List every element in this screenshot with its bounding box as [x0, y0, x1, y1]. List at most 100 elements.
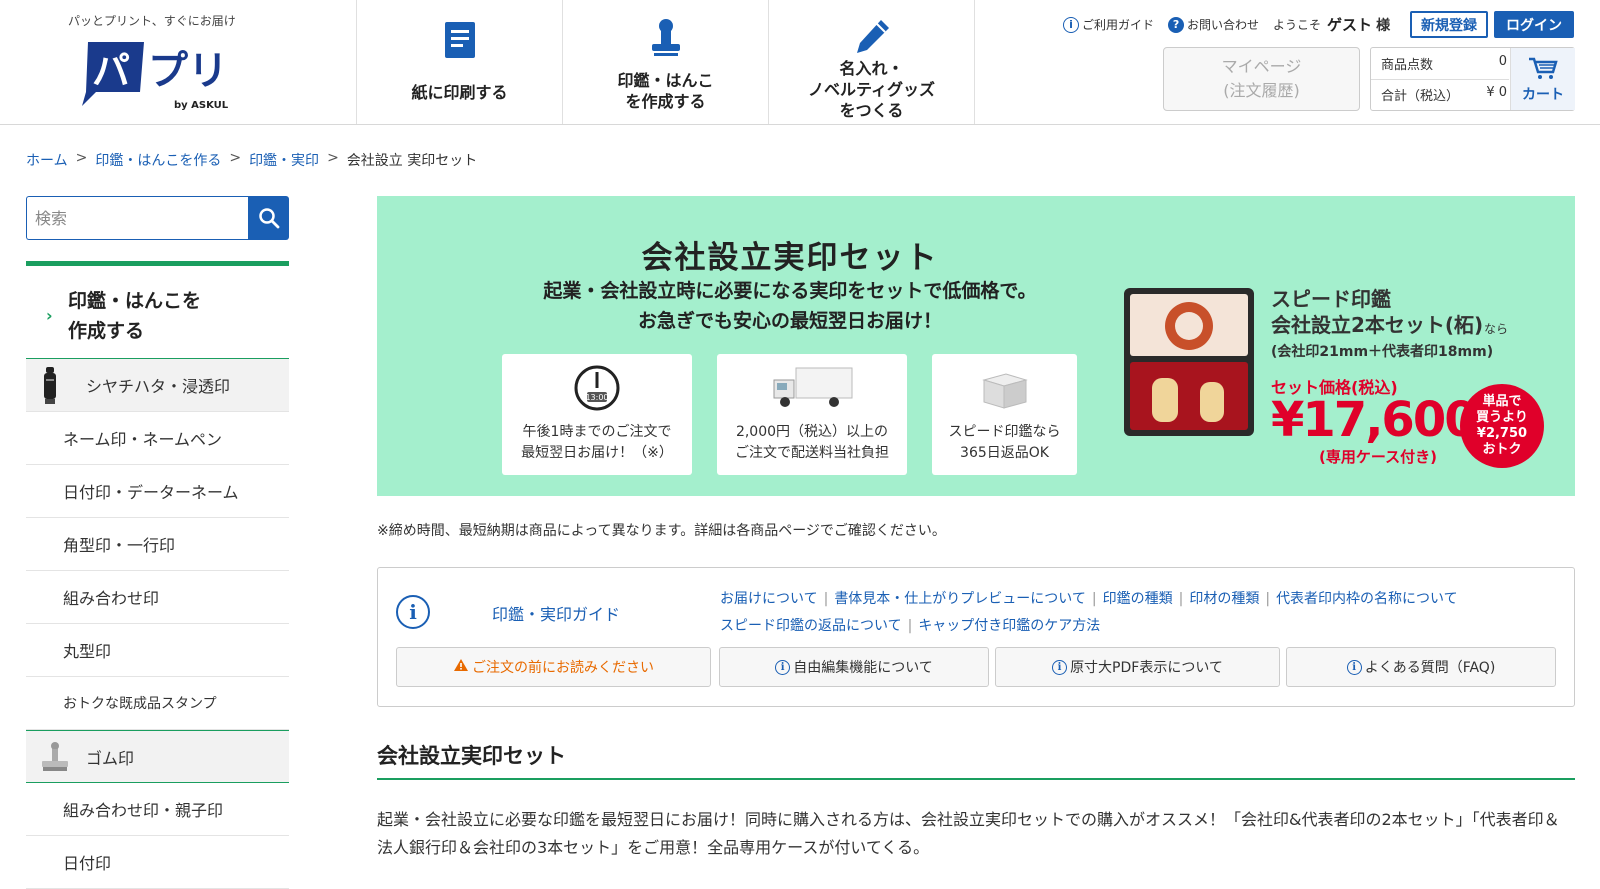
sidebar-item-label: 日付印 — [63, 854, 112, 873]
sidebar-item-combo-stamp[interactable]: 組み合わせ印 — [26, 571, 289, 624]
breadcrumb-sep: > — [229, 150, 242, 166]
product-image[interactable] — [1122, 286, 1256, 440]
warning-icon — [453, 658, 469, 676]
discount-badge: 単品で 買うより ¥2,750 おトク — [1460, 384, 1544, 468]
nav-novelty[interactable]: 名入れ・ ノベルティグッズ をつくる — [769, 0, 975, 124]
chevron-right-icon: › — [46, 306, 53, 325]
sidebar-item-label: ネーム印・ネームペン — [63, 430, 223, 449]
feature-card: 2,000円（税込）以上の ご注文で配送料当社負担 — [717, 354, 907, 475]
pdf-preview-button[interactable]: i 原寸大PDF表示について — [995, 647, 1280, 687]
cart-count-value: 0 — [1498, 54, 1507, 69]
mypage-label: マイページ — [1221, 57, 1302, 76]
faq-button[interactable]: i よくある質問（FAQ) — [1286, 647, 1556, 687]
guide-links-row: スピード印鑑の返品について | キャップ付き印鑑のケア方法 — [720, 618, 1101, 634]
truck-icon — [772, 366, 854, 414]
cart-total-value: ¥ 0 — [1486, 85, 1507, 100]
section-divider — [377, 778, 1575, 780]
svg-text:プリ: プリ — [148, 48, 228, 94]
guide-title: 印鑑・実印ガイド — [492, 605, 621, 624]
cart-label: カート — [1522, 87, 1564, 103]
sidebar-item-round-stamp[interactable]: 丸型印 — [26, 624, 289, 677]
papuri-logo[interactable]: パ プリ by ASKUL — [82, 40, 242, 112]
section-title: 会社設立実印セット — [377, 744, 566, 768]
banner-title: 会社設立実印セット — [641, 240, 939, 276]
guide-link-cap-care[interactable]: キャップ付き印鑑のケア方法 — [918, 618, 1100, 634]
svg-text:パ: パ — [92, 49, 130, 93]
info-icon: i — [775, 659, 791, 675]
search-box — [26, 196, 289, 240]
util-links: i ご利用ガイド ? お問い合わせ ようこそ ゲスト 様 — [1063, 14, 1390, 35]
sidebar-item-label: シヤチハタ・浸透印 — [86, 377, 231, 396]
sidebar-item-date[interactable]: 日付印 — [26, 836, 289, 889]
section-description: 起業・会社設立に必要な印鑑を最短翌日にお届け！同時に購入される方は、会社設立実印… — [377, 810, 1560, 857]
sidebar-item-date-stamp[interactable]: 日付印・データーネーム — [26, 465, 289, 518]
question-icon: ? — [1168, 16, 1185, 33]
logo-area[interactable]: パッとプリント、すぐにお届け パ プリ by ASKUL — [0, 0, 357, 124]
case-note: (専用ケース付き) — [1319, 448, 1437, 466]
sidebar-category-header[interactable]: › 印鑑・はんこを 作成する — [26, 261, 289, 359]
search-input[interactable] — [26, 196, 248, 240]
sidebar-item-shachihata[interactable]: シヤチハタ・浸透印 — [26, 359, 289, 412]
sidebar-item-label: おトクな既成品スタンプ — [63, 696, 217, 712]
shachihata-icon — [40, 367, 60, 409]
rubber-stamp-icon — [40, 741, 70, 777]
sidebar-item-rubber[interactable]: ゴム印 — [26, 730, 289, 783]
sidebar-item-label: 丸型印 — [63, 642, 112, 661]
mypage-button[interactable]: マイページ (注文履歴) — [1163, 47, 1360, 111]
sidebar-item-name-stamp[interactable]: ネーム印・ネームペン — [26, 412, 289, 465]
cart-divider — [1371, 79, 1509, 80]
guide-link-stamp-types[interactable]: 印鑑の種類 — [1103, 591, 1173, 607]
guide-link-materials[interactable]: 印材の種類 — [1189, 591, 1259, 607]
cart-summary: 商品点数 0 合計（税込） ¥ 0 カート — [1370, 47, 1575, 111]
nav-stamp[interactable]: 印鑑・はんこ を作成する — [563, 0, 769, 124]
breadcrumb-home[interactable]: ホーム — [26, 150, 68, 170]
welcome-prefix: ようこそ — [1273, 18, 1322, 32]
guide-links: お届けについて | 書体見本・仕上がりプレビューについて | 印鑑の種類 | 印材の種類 | 代… — [720, 586, 1560, 640]
svg-text:13:00: 13:00 — [585, 393, 608, 402]
feature-card: スピード印鑑なら 365日返品OK — [932, 354, 1077, 475]
guide-link-font-preview[interactable]: 書体見本・仕上がりプレビューについて — [834, 591, 1086, 607]
breadcrumb-stamp[interactable]: 印鑑・はんこを作る — [95, 150, 221, 170]
mypage-sub: (注文履歴) — [1223, 81, 1300, 100]
stamp-icon — [649, 18, 683, 62]
nav-label: 印鑑・はんこ を作成する — [617, 71, 714, 111]
sidebar-item-label: 組み合わせ印 — [63, 589, 160, 608]
product-nara: なら — [1484, 322, 1509, 336]
feature-text: スピード印鑑なら 365日返品OK — [948, 424, 1061, 461]
nav-print-paper[interactable]: 紙に印刷する — [357, 0, 563, 124]
delivery-note: ※締め時間、最短納期は商品によって異なります。詳細は各商品ページでご確認ください… — [377, 523, 946, 539]
product-price: ¥17,600 — [1271, 392, 1478, 448]
breadcrumb: ホーム > 印鑑・はんこを作る > 印鑑・実印 > 会社設立 実印セット — [26, 150, 477, 170]
read-before-order-button[interactable]: ご注文の前にお読みください — [396, 647, 711, 687]
contact-link[interactable]: ? お問い合わせ — [1168, 16, 1259, 33]
breadcrumb-current: 会社設立 実印セット — [346, 153, 478, 169]
document-icon — [443, 20, 477, 64]
sidebar-item-square-stamp[interactable]: 角型印・一行印 — [26, 518, 289, 571]
search-button[interactable] — [248, 196, 289, 240]
breadcrumb-sep: > — [75, 150, 88, 166]
guide-link-returns[interactable]: スピード印鑑の返品について — [720, 618, 902, 634]
guide-link-delivery[interactable]: お届けについて — [720, 591, 818, 607]
feature-text: 2,000円（税込）以上の ご注文で配送料当社負担 — [735, 424, 889, 461]
register-button[interactable]: 新規登録 — [1410, 11, 1488, 38]
nav-label: 名入れ・ ノベルティグッズ をつくる — [807, 59, 936, 120]
breadcrumb-jitsuin[interactable]: 印鑑・実印 — [249, 150, 319, 170]
promo-banner[interactable]: 会社設立実印セット 起業・会社設立時に必要になる実印をセットで低価格で。 お急ぎ… — [377, 196, 1575, 496]
info-icon: i — [1063, 16, 1079, 33]
category-title: 印鑑・はんこを 作成する — [68, 290, 202, 342]
box-icon — [980, 370, 1030, 414]
product-name: スピード印鑑 会社設立2本セット(柘) — [1271, 287, 1484, 337]
sidebar-item-label: ゴム印 — [86, 748, 135, 768]
free-edit-button[interactable]: i 自由編集機能について — [719, 647, 989, 687]
info-icon: i — [1346, 659, 1362, 675]
guide-link[interactable]: i ご利用ガイド — [1063, 16, 1154, 33]
cart-button[interactable]: カート — [1510, 48, 1575, 110]
login-button[interactable]: ログイン — [1494, 11, 1574, 38]
guide-link-frame-names[interactable]: 代表者印内枠の名称について — [1276, 591, 1458, 607]
banner-subtitle: 起業・会社設立時に必要になる実印をセットで低価格で。 お急ぎでも安心の最短翌日お… — [543, 280, 1037, 332]
tagline: パッとプリント、すぐにお届け — [68, 14, 236, 28]
sidebar-item-combo-parent[interactable]: 組み合わせ印・親子印 — [26, 783, 289, 836]
welcome-name: ゲスト — [1327, 16, 1373, 34]
search-icon — [258, 208, 279, 229]
sidebar-item-ready-stamp[interactable]: おトクな既成品スタンプ — [26, 677, 289, 730]
